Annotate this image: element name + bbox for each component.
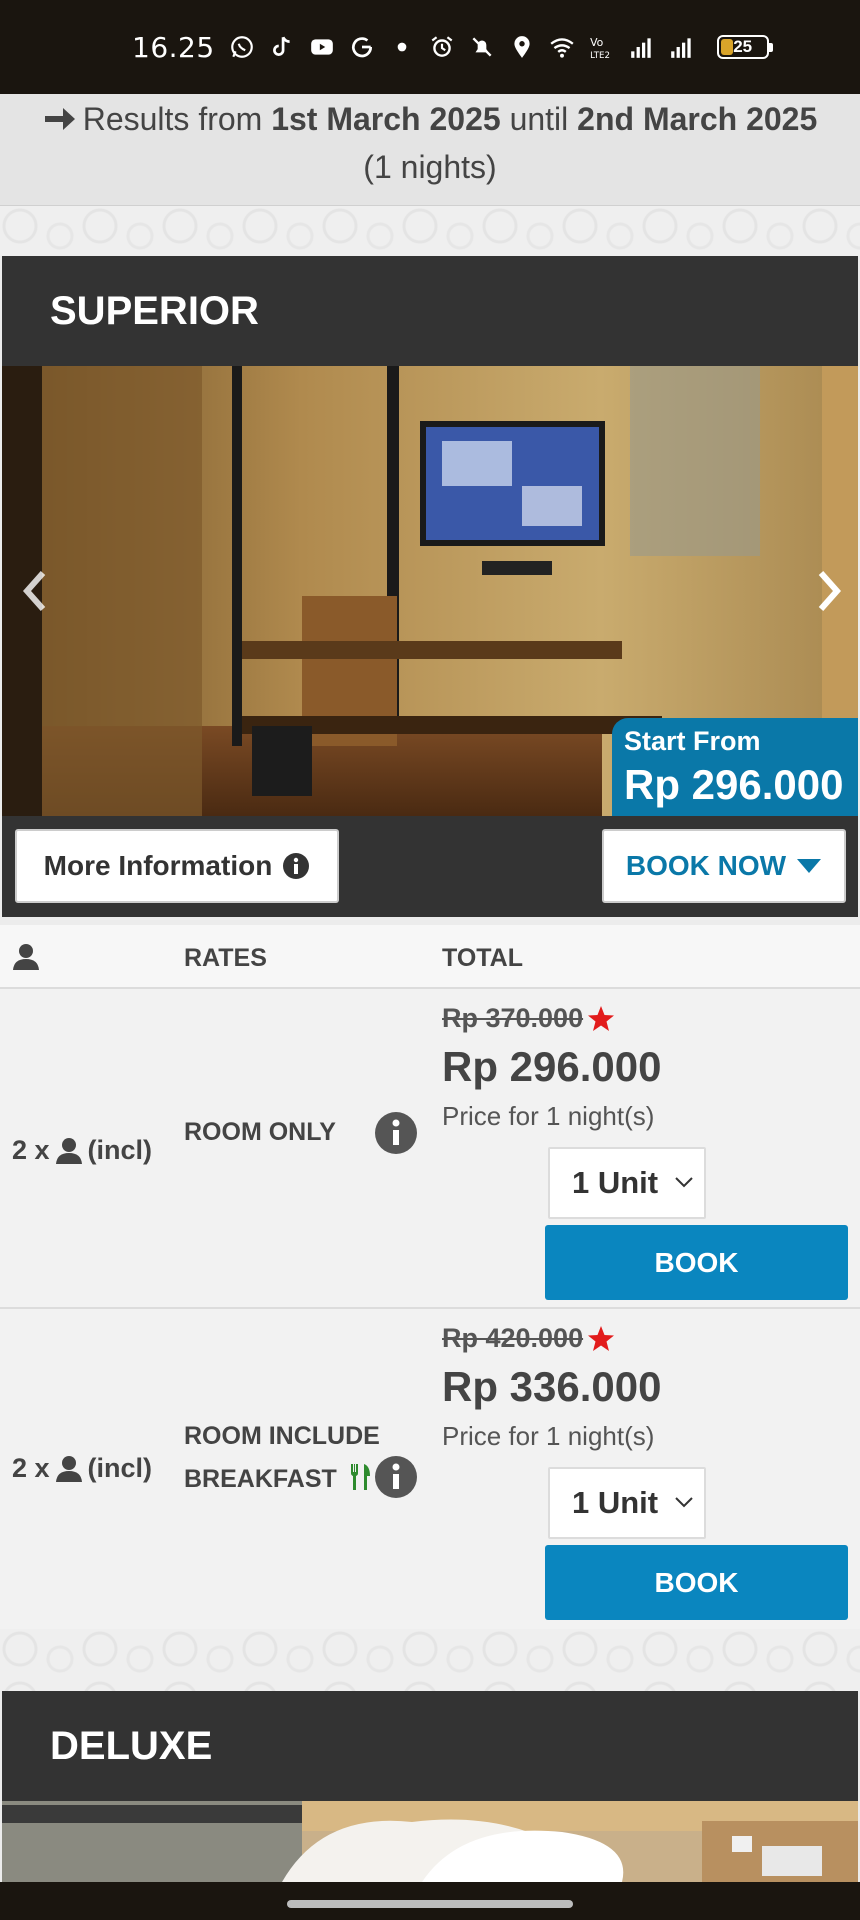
chevron-down-icon <box>675 1497 693 1508</box>
original-price: Rp 370.000 <box>442 1003 615 1034</box>
start-from-price: Rp 296.000 <box>624 761 844 808</box>
tiktok-icon <box>269 34 295 60</box>
occupancy-count: 2 x <box>12 1453 50 1483</box>
unit-select[interactable]: 1 Unit <box>548 1147 706 1219</box>
start-from-label: Start From <box>624 726 761 756</box>
room-photo <box>2 1801 858 1882</box>
arrow-right-icon <box>44 108 75 130</box>
mute-icon <box>469 34 495 60</box>
original-price-value: Rp 420.000 <box>442 1323 584 1353</box>
room-photo-carousel[interactable]: Start From Rp 296.000 <box>2 366 858 816</box>
book-button[interactable]: BOOK <box>545 1545 848 1620</box>
caret-down-icon <box>797 859 822 873</box>
original-price-value: Rp 370.000 <box>442 1003 584 1033</box>
book-now-label: BOOK NOW <box>625 850 787 881</box>
signal-icon <box>629 34 655 60</box>
rates-column-header: RATES <box>184 944 267 972</box>
svg-text:Vo: Vo <box>590 36 604 49</box>
person-icon <box>55 1137 82 1164</box>
status-time: 16.25 <box>132 30 215 64</box>
discounted-price: Rp 296.000 <box>442 1043 662 1090</box>
star-icon <box>588 1005 615 1031</box>
results-banner: Results from 1st March 2025 until 2nd Ma… <box>0 94 860 206</box>
rate-name: ROOM ONLY <box>184 1111 336 1154</box>
youtube-icon <box>309 34 335 60</box>
unit-select-value: 1 Unit <box>572 1485 659 1520</box>
home-gesture-bar[interactable] <box>287 1900 573 1908</box>
status-icons: Vo LTE2 25 <box>229 34 773 60</box>
rate-name: ROOM INCLUDE BREAKFAST <box>184 1415 380 1501</box>
more-information-button[interactable]: More Information <box>15 829 339 903</box>
price-note: Price for 1 night(s) <box>442 1101 655 1131</box>
location-icon <box>509 34 535 60</box>
occupancy-count: 2 x <box>12 1135 50 1165</box>
room-title: SUPERIOR <box>50 288 259 333</box>
svg-text:LTE2: LTE2 <box>590 51 610 60</box>
occupancy-incl: (incl) <box>87 1135 153 1165</box>
utensils-icon <box>350 1464 370 1490</box>
wifi-icon <box>549 34 575 60</box>
rate-info-icon[interactable] <box>374 1111 418 1155</box>
person-icon <box>55 1455 82 1482</box>
rate-row: 2 x (incl) ROOM INCLUDE BREAKFAST Rp 420… <box>0 1309 860 1629</box>
system-nav-bar <box>0 1882 860 1920</box>
rate-info-icon[interactable] <box>374 1455 418 1499</box>
occupancy: 2 x (incl) <box>12 1135 152 1166</box>
room-card-superior: SUPERIOR Start From Rp 296.000 More Info… <box>2 256 858 917</box>
rates-table: RATES TOTAL 2 x (incl) ROOM ONLY Rp 370.… <box>0 925 860 1629</box>
signal-icon-2 <box>669 34 695 60</box>
info-icon <box>283 853 310 879</box>
rate-name-line1: ROOM INCLUDE <box>184 1422 380 1450</box>
more-information-label: More Information <box>43 850 273 881</box>
start-date: 1st March 2025 <box>271 101 501 137</box>
unit-select[interactable]: 1 Unit <box>548 1467 706 1539</box>
total-column-header: TOTAL <box>442 944 524 972</box>
dot-icon <box>389 34 415 60</box>
whatsapp-icon <box>229 34 255 60</box>
book-button[interactable]: BOOK <box>545 1225 848 1300</box>
price-note: Price for 1 night(s) <box>442 1421 655 1451</box>
rate-row: 2 x (incl) ROOM ONLY Rp 370.000 Rp 296.0… <box>0 989 860 1309</box>
rate-name-line1: ROOM ONLY <box>184 1118 336 1146</box>
room-title: DELUXE <box>50 1723 213 1768</box>
status-bar: 16.25 Vo LTE2 25 <box>0 0 860 94</box>
results-prefix: Results from <box>82 101 263 137</box>
room-actions: More Information BOOK NOW <box>2 816 858 914</box>
rate-name-line2: BREAKFAST <box>184 1465 337 1493</box>
room-card-deluxe: DELUXE <box>2 1691 858 1882</box>
star-icon <box>588 1325 615 1351</box>
carousel-prev-button[interactable] <box>14 566 54 616</box>
volte-icon: Vo LTE2 <box>589 34 615 60</box>
nights-count: (1 nights) <box>363 149 497 185</box>
alarm-icon <box>429 34 455 60</box>
end-date: 2nd March 2025 <box>577 101 818 137</box>
google-icon <box>349 34 375 60</box>
occupancy: 2 x (incl) <box>12 1453 152 1484</box>
battery-level: 25 <box>733 37 753 56</box>
start-from-badge: Start From Rp 296.000 <box>612 718 858 816</box>
book-now-button[interactable]: BOOK NOW <box>602 829 846 903</box>
rates-header: RATES TOTAL <box>0 925 860 989</box>
decorative-pattern <box>0 1629 860 1691</box>
battery-icon: 25 <box>716 35 773 59</box>
carousel-next-button[interactable] <box>810 566 850 616</box>
chevron-down-icon <box>675 1177 693 1188</box>
person-icon <box>13 944 39 970</box>
results-until: until <box>509 101 569 137</box>
original-price: Rp 420.000 <box>442 1323 615 1354</box>
occupancy-incl: (incl) <box>87 1453 153 1483</box>
decorative-pattern <box>0 206 860 256</box>
discounted-price: Rp 336.000 <box>442 1363 662 1410</box>
room-photo-carousel[interactable] <box>2 1801 858 1882</box>
unit-select-value: 1 Unit <box>572 1165 659 1200</box>
